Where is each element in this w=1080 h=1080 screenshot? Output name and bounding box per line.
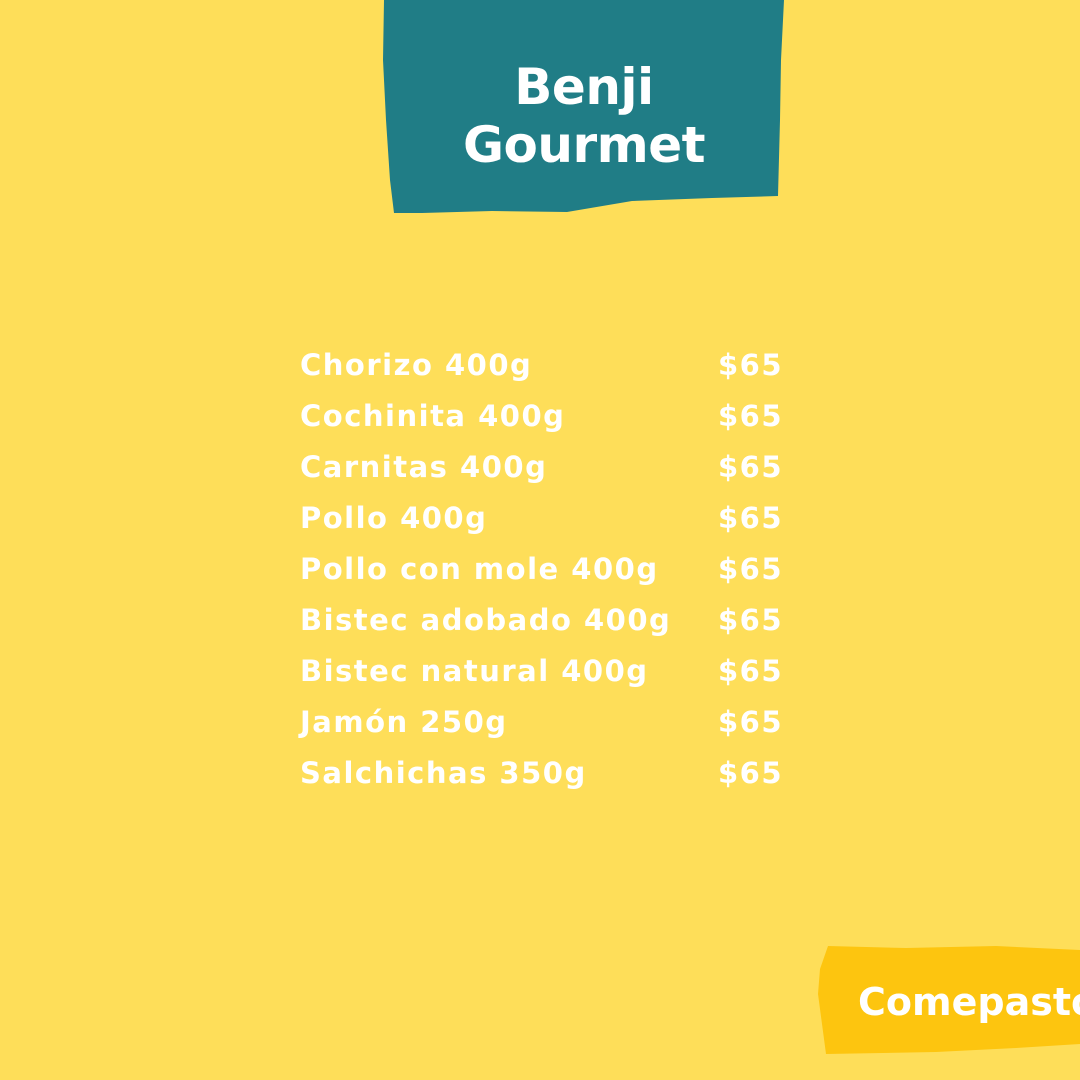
list-item: Chorizo 400g $65 — [300, 340, 784, 391]
item-name: Jamón 250g — [300, 705, 508, 739]
item-name: Carnitas 400g — [300, 450, 548, 484]
item-price: $65 — [718, 705, 784, 739]
page-title: Benji Gourmet — [382, 58, 786, 174]
list-item: Carnitas 400g $65 — [300, 442, 784, 493]
list-item: Salchichas 350g $65 — [300, 748, 784, 799]
item-name: Chorizo 400g — [300, 348, 533, 382]
footer-label: Comepasto — [858, 980, 1080, 1024]
menu-list: Chorizo 400g $65 Cochinita 400g $65 Carn… — [300, 340, 784, 799]
item-name: Salchichas 350g — [300, 756, 587, 790]
title-line-1: Benji — [514, 58, 654, 116]
item-price: $65 — [718, 654, 784, 688]
title-banner: Benji Gourmet — [382, 0, 786, 218]
item-name: Pollo 400g — [300, 501, 488, 535]
item-price: $65 — [718, 348, 784, 382]
list-item: Bistec natural 400g $65 — [300, 646, 784, 697]
item-price: $65 — [718, 756, 784, 790]
item-price: $65 — [718, 501, 784, 535]
item-name: Bistec adobado 400g — [300, 603, 672, 637]
item-price: $65 — [718, 603, 784, 637]
footer-tag: Comepasto — [816, 944, 1080, 1056]
item-name: Pollo con mole 400g — [300, 552, 659, 586]
item-price: $65 — [718, 399, 784, 433]
item-name: Bistec natural 400g — [300, 654, 649, 688]
list-item: Pollo con mole 400g $65 — [300, 544, 784, 595]
item-name: Cochinita 400g — [300, 399, 566, 433]
item-price: $65 — [718, 450, 784, 484]
list-item: Jamón 250g $65 — [300, 697, 784, 748]
list-item: Bistec adobado 400g $65 — [300, 595, 784, 646]
item-price: $65 — [718, 552, 784, 586]
list-item: Pollo 400g $65 — [300, 493, 784, 544]
title-line-2: Gourmet — [462, 116, 706, 174]
list-item: Cochinita 400g $65 — [300, 391, 784, 442]
